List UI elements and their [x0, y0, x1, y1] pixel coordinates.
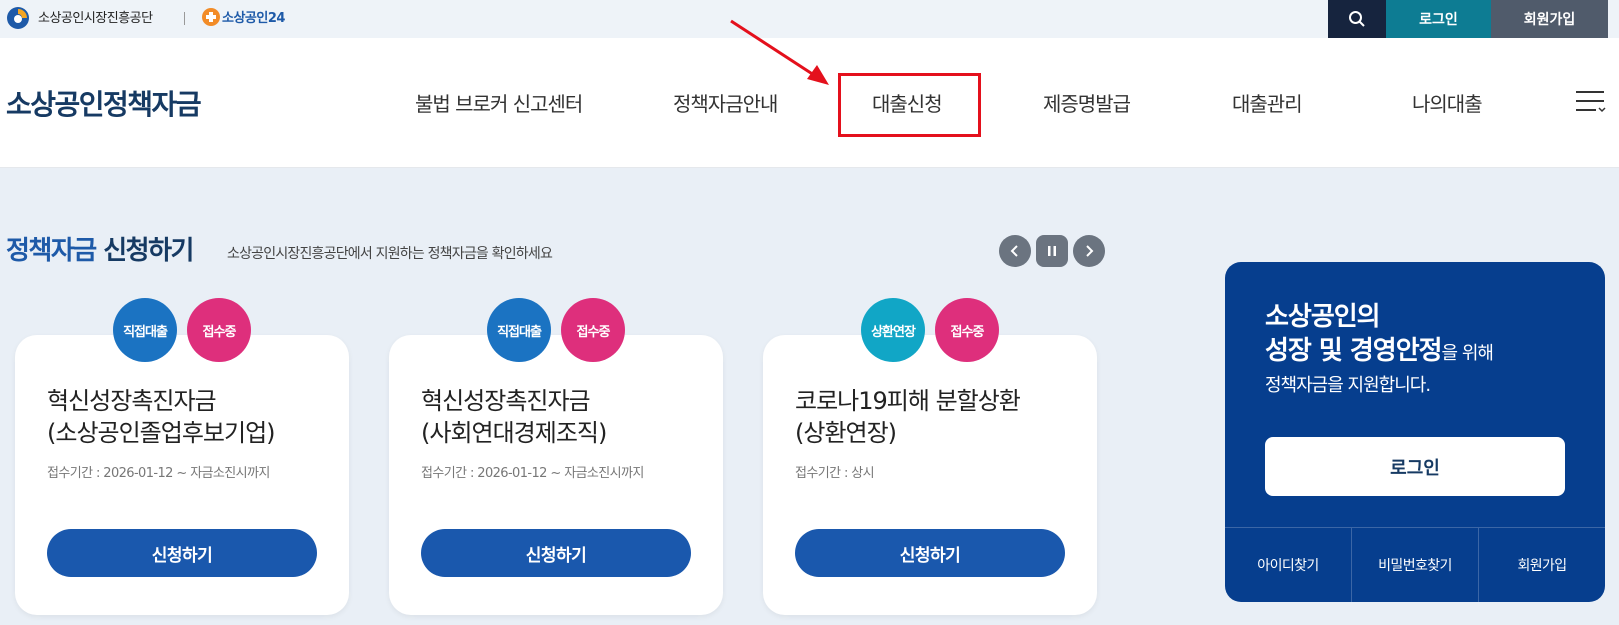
pause-icon [1048, 246, 1056, 256]
apply-button[interactable]: 신청하기 [421, 529, 691, 577]
chevron-left-icon [1010, 245, 1018, 257]
all-menu-icon[interactable] [1574, 88, 1606, 114]
fund-card: 코로나19피해 분할상환 (상환연장) 접수기간 : 상시 신청하기 [763, 335, 1097, 615]
panel-login-button[interactable]: 로그인 [1265, 437, 1565, 496]
nav-item-certificates[interactable]: 제증명발급 [1043, 88, 1131, 117]
panel-line3: 정책자금을 지원합니다. [1265, 375, 1431, 396]
card-title: 혁신성장촉진자금 (소상공인졸업후보기업) [47, 385, 276, 449]
slide-prev-button[interactable] [999, 235, 1031, 267]
nav-item-my-loan[interactable]: 나의대출 [1412, 88, 1483, 117]
slide-next-button[interactable] [1073, 235, 1105, 267]
panel-line2-small: 을 위해 [1441, 343, 1494, 364]
find-password-link[interactable]: 비밀번호찾기 [1351, 528, 1478, 602]
nav-highlight-box [838, 73, 981, 137]
topbar-divider [184, 12, 185, 25]
apply-button[interactable]: 신청하기 [795, 529, 1065, 577]
card-title-line1: 혁신성장촉진자금 [47, 387, 217, 415]
card-title-line1: 혁신성장촉진자금 [421, 387, 591, 415]
section-title-accent: 정책자금 [6, 236, 97, 266]
card-period: 접수기간 : 상시 [795, 466, 875, 481]
card-title-line1: 코로나19피해 분할상환 [795, 387, 1021, 415]
login-panel: 소상공인의 성장 및 경영안정을 위해 정책자금을 지원합니다. 로그인 아이디… [1225, 262, 1605, 602]
search-icon [1349, 11, 1365, 27]
fund-card: 혁신성장촉진자금 (소상공인졸업후보기업) 접수기간 : 2026-01-12 … [15, 335, 349, 615]
badge-loan-type: 직접대출 [113, 298, 177, 362]
badge-status: 접수중 [561, 298, 625, 362]
fund-card: 혁신성장촉진자금 (사회연대경제조직) 접수기간 : 2026-01-12 ~ … [389, 335, 723, 615]
apply-button[interactable]: 신청하기 [47, 529, 317, 577]
badge-status: 접수중 [935, 298, 999, 362]
panel-line2: 성장 및 경영안정을 위해 [1265, 334, 1494, 371]
section-subtitle: 소상공인시장진흥공단에서 지원하는 정책자금을 확인하세요 [227, 246, 553, 262]
card-title-line2: (사회연대경제조직) [421, 419, 607, 447]
card-period: 접수기간 : 2026-01-12 ~ 자금소진시까지 [47, 466, 270, 481]
top-join-button[interactable]: 회원가입 [1491, 0, 1608, 38]
section-title: 정책자금 신청하기 [6, 230, 194, 267]
annotation-arrow-icon [730, 19, 829, 85]
panel-line2-bold: 성장 및 경영안정 [1265, 336, 1443, 366]
semas-logo-icon[interactable] [6, 6, 30, 30]
nav-item-broker-report[interactable]: 불법 브로커 신고센터 [415, 88, 583, 117]
card-period: 접수기간 : 2026-01-12 ~ 자금소진시까지 [421, 466, 644, 481]
search-button[interactable] [1328, 0, 1386, 38]
nav-item-policy-fund-guide[interactable]: 정책자금안내 [673, 88, 778, 117]
card-title-line2: (상환연장) [795, 419, 897, 447]
section-title-rest: 신청하기 [95, 236, 194, 266]
sb24-logo-icon[interactable] [200, 6, 222, 28]
panel-join-link[interactable]: 회원가입 [1478, 528, 1605, 602]
card-title: 혁신성장촉진자금 (사회연대경제조직) [421, 385, 607, 449]
org-name-link[interactable]: 소상공인시장진흥공단 [38, 7, 153, 26]
badge-loan-type: 상환연장 [861, 298, 925, 362]
nav-item-loan-management[interactable]: 대출관리 [1232, 88, 1303, 117]
panel-message: 소상공인의 성장 및 경영안정을 위해 정책자금을 지원합니다. [1265, 300, 1494, 401]
panel-line1: 소상공인의 [1265, 302, 1381, 332]
card-title: 코로나19피해 분할상환 (상환연장) [795, 385, 1021, 449]
slide-pause-button[interactable] [1036, 235, 1068, 267]
card-title-line2: (소상공인졸업후보기업) [47, 419, 276, 447]
badge-loan-type: 직접대출 [487, 298, 551, 362]
top-login-button[interactable]: 로그인 [1386, 0, 1491, 38]
badge-status: 접수중 [187, 298, 251, 362]
find-id-link[interactable]: 아이디찾기 [1225, 528, 1351, 602]
panel-links: 아이디찾기 비밀번호찾기 회원가입 [1225, 527, 1605, 602]
sb24-link[interactable]: 소상공인24 [222, 7, 285, 26]
site-title-logo[interactable]: 소상공인정책자금 [6, 83, 202, 123]
chevron-right-icon [1086, 245, 1094, 257]
